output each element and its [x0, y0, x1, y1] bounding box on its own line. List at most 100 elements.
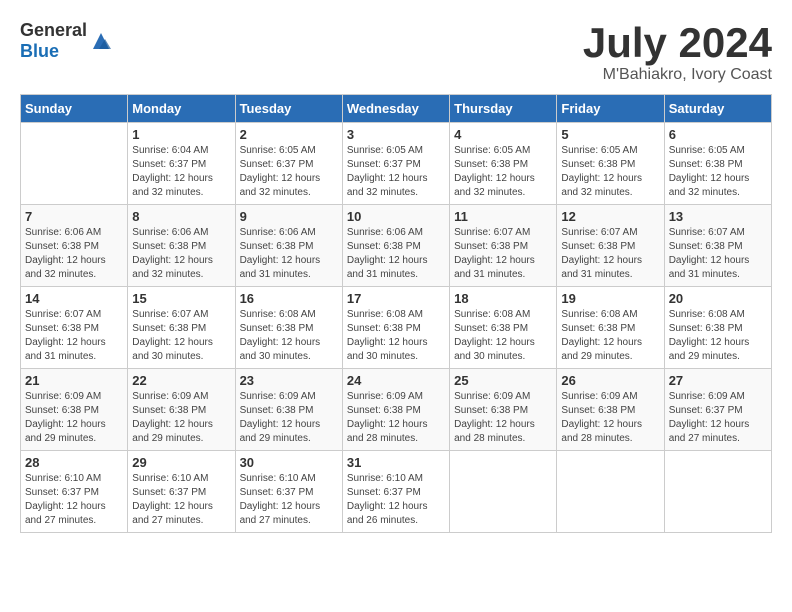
- day-info: Sunrise: 6:07 AM Sunset: 6:38 PM Dayligh…: [561, 226, 659, 282]
- day-number: 29: [132, 455, 230, 470]
- day-number: 11: [454, 209, 552, 224]
- logo-icon: [89, 29, 113, 53]
- header-day: Friday: [557, 95, 664, 123]
- day-number: 17: [347, 291, 445, 306]
- calendar-cell: 5Sunrise: 6:05 AM Sunset: 6:38 PM Daylig…: [557, 123, 664, 205]
- calendar-cell: 10Sunrise: 6:06 AM Sunset: 6:38 PM Dayli…: [342, 205, 449, 287]
- day-info: Sunrise: 6:08 AM Sunset: 6:38 PM Dayligh…: [454, 308, 552, 364]
- calendar-cell: 22 Sunrise: 6:09 AM Sunset: 6:38 PM Dayli…: [128, 369, 235, 451]
- logo-blue: Blue: [20, 41, 59, 61]
- header-row: SundayMondayTuesdayWednesdayThursdayFrid…: [21, 95, 772, 123]
- day-info: Sunrise: 6:08 AM Sunset: 6:38 PM Dayligh…: [347, 308, 445, 364]
- day-number: 5: [561, 127, 659, 142]
- day-info: Sunrise: 6:07 AM Sunset: 6:38 PM Dayligh…: [454, 226, 552, 282]
- day-number: 25: [454, 373, 552, 388]
- day-info: Sunrise: 6:05 AM Sunset: 6:37 PM Dayligh…: [240, 144, 338, 200]
- day-info: Sunrise: 6:06 AM Sunset: 6:38 PM Dayligh…: [240, 226, 338, 282]
- calendar-cell: 3 Sunrise: 6:05 AM Sunset: 6:37 PM Daylig…: [342, 123, 449, 205]
- day-info: Sunrise: 6:09 AM Sunset: 6:38 PM Dayligh…: [132, 390, 230, 446]
- day-info: Sunrise: 6:10 AM Sunset: 6:37 PM Dayligh…: [240, 472, 338, 528]
- calendar-cell: 6 Sunrise: 6:05 AM Sunset: 6:38 PM Daylig…: [664, 123, 771, 205]
- calendar-cell: 19 Sunrise: 6:08 AM Sunset: 6:38 PM Dayli…: [557, 287, 664, 369]
- calendar-cell: 30 Sunrise: 6:10 AM Sunset: 6:37 PM Dayli…: [235, 451, 342, 533]
- header-day: Thursday: [450, 95, 557, 123]
- day-number: 10: [347, 209, 445, 224]
- calendar-body: 1Sunrise: 6:04 AM Sunset: 6:37 PM Daylig…: [21, 123, 772, 533]
- calendar-cell: 8 Sunrise: 6:06 AM Sunset: 6:38 PM Daylig…: [128, 205, 235, 287]
- day-number: 28: [25, 455, 123, 470]
- title-block: July 2024 M'Bahiakro, Ivory Coast: [583, 20, 772, 84]
- day-info: Sunrise: 6:07 AM Sunset: 6:38 PM Dayligh…: [669, 226, 767, 282]
- calendar-week-row: 7 Sunrise: 6:06 AM Sunset: 6:38 PM Daylig…: [21, 205, 772, 287]
- day-number: 4: [454, 127, 552, 142]
- day-info: Sunrise: 6:09 AM Sunset: 6:37 PM Dayligh…: [669, 390, 767, 446]
- day-number: 30: [240, 455, 338, 470]
- day-info: Sunrise: 6:10 AM Sunset: 6:37 PM Dayligh…: [132, 472, 230, 528]
- day-number: 3: [347, 127, 445, 142]
- day-info: Sunrise: 6:05 AM Sunset: 6:38 PM Dayligh…: [454, 144, 552, 200]
- calendar-cell: 15Sunrise: 6:07 AM Sunset: 6:38 PM Dayli…: [128, 287, 235, 369]
- calendar-cell: [21, 123, 128, 205]
- day-info: Sunrise: 6:09 AM Sunset: 6:38 PM Dayligh…: [240, 390, 338, 446]
- calendar-cell: 4 Sunrise: 6:05 AM Sunset: 6:38 PM Daylig…: [450, 123, 557, 205]
- calendar-cell: 16 Sunrise: 6:08 AM Sunset: 6:38 PM Dayli…: [235, 287, 342, 369]
- main-title: July 2024: [583, 20, 772, 66]
- calendar-week-row: 1Sunrise: 6:04 AM Sunset: 6:37 PM Daylig…: [21, 123, 772, 205]
- day-info: Sunrise: 6:10 AM Sunset: 6:37 PM Dayligh…: [347, 472, 445, 528]
- logo-general: General: [20, 20, 87, 40]
- header-day: Sunday: [21, 95, 128, 123]
- day-info: Sunrise: 6:05 AM Sunset: 6:38 PM Dayligh…: [669, 144, 767, 200]
- calendar-cell: 26 Sunrise: 6:09 AM Sunset: 6:38 PM Dayli…: [557, 369, 664, 451]
- day-number: 15: [132, 291, 230, 306]
- calendar-cell: 2 Sunrise: 6:05 AM Sunset: 6:37 PM Daylig…: [235, 123, 342, 205]
- day-number: 21: [25, 373, 123, 388]
- day-number: 18: [454, 291, 552, 306]
- calendar-cell: 25 Sunrise: 6:09 AM Sunset: 6:38 PM Dayli…: [450, 369, 557, 451]
- day-number: 13: [669, 209, 767, 224]
- day-number: 26: [561, 373, 659, 388]
- calendar-cell: 7 Sunrise: 6:06 AM Sunset: 6:38 PM Daylig…: [21, 205, 128, 287]
- day-number: 22: [132, 373, 230, 388]
- day-number: 23: [240, 373, 338, 388]
- calendar-cell: 17 Sunrise: 6:08 AM Sunset: 6:38 PM Dayli…: [342, 287, 449, 369]
- day-number: 7: [25, 209, 123, 224]
- day-info: Sunrise: 6:05 AM Sunset: 6:37 PM Dayligh…: [347, 144, 445, 200]
- logo-text: General Blue: [20, 20, 87, 62]
- header-day: Monday: [128, 95, 235, 123]
- calendar-cell: 14Sunrise: 6:07 AM Sunset: 6:38 PM Dayli…: [21, 287, 128, 369]
- day-info: Sunrise: 6:08 AM Sunset: 6:38 PM Dayligh…: [240, 308, 338, 364]
- calendar-cell: 13 Sunrise: 6:07 AM Sunset: 6:38 PM Dayli…: [664, 205, 771, 287]
- day-number: 31: [347, 455, 445, 470]
- calendar-cell: 23 Sunrise: 6:09 AM Sunset: 6:38 PM Dayli…: [235, 369, 342, 451]
- day-number: 19: [561, 291, 659, 306]
- day-number: 8: [132, 209, 230, 224]
- day-info: Sunrise: 6:09 AM Sunset: 6:38 PM Dayligh…: [347, 390, 445, 446]
- logo: General Blue: [20, 20, 113, 62]
- day-number: 6: [669, 127, 767, 142]
- calendar-cell: 9Sunrise: 6:06 AM Sunset: 6:38 PM Daylig…: [235, 205, 342, 287]
- page-header: General Blue July 2024 M'Bahiakro, Ivory…: [20, 20, 772, 84]
- calendar-cell: 18 Sunrise: 6:08 AM Sunset: 6:38 PM Dayli…: [450, 287, 557, 369]
- calendar-cell: 27Sunrise: 6:09 AM Sunset: 6:37 PM Dayli…: [664, 369, 771, 451]
- day-info: Sunrise: 6:09 AM Sunset: 6:38 PM Dayligh…: [561, 390, 659, 446]
- day-info: Sunrise: 6:09 AM Sunset: 6:38 PM Dayligh…: [454, 390, 552, 446]
- day-info: Sunrise: 6:07 AM Sunset: 6:38 PM Dayligh…: [25, 308, 123, 364]
- day-info: Sunrise: 6:08 AM Sunset: 6:38 PM Dayligh…: [669, 308, 767, 364]
- calendar-cell: 20Sunrise: 6:08 AM Sunset: 6:38 PM Dayli…: [664, 287, 771, 369]
- calendar-cell: 11 Sunrise: 6:07 AM Sunset: 6:38 PM Dayli…: [450, 205, 557, 287]
- day-info: Sunrise: 6:06 AM Sunset: 6:38 PM Dayligh…: [132, 226, 230, 282]
- day-number: 16: [240, 291, 338, 306]
- calendar-cell: [557, 451, 664, 533]
- day-info: Sunrise: 6:08 AM Sunset: 6:38 PM Dayligh…: [561, 308, 659, 364]
- calendar-cell: 24 Sunrise: 6:09 AM Sunset: 6:38 PM Dayli…: [342, 369, 449, 451]
- day-number: 24: [347, 373, 445, 388]
- day-number: 12: [561, 209, 659, 224]
- calendar-cell: [450, 451, 557, 533]
- calendar-cell: 1Sunrise: 6:04 AM Sunset: 6:37 PM Daylig…: [128, 123, 235, 205]
- day-number: 2: [240, 127, 338, 142]
- calendar-week-row: 28 Sunrise: 6:10 AM Sunset: 6:37 PM Dayli…: [21, 451, 772, 533]
- header-day: Wednesday: [342, 95, 449, 123]
- calendar-cell: [664, 451, 771, 533]
- header-day: Tuesday: [235, 95, 342, 123]
- day-info: Sunrise: 6:06 AM Sunset: 6:38 PM Dayligh…: [25, 226, 123, 282]
